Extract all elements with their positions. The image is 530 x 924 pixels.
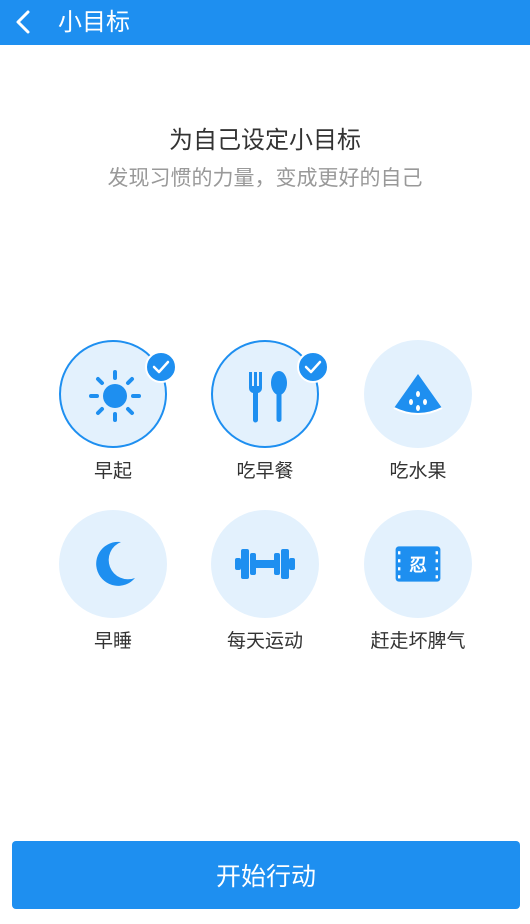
fork-spoon-icon <box>248 371 287 423</box>
goal-label: 吃早餐 <box>236 460 294 482</box>
ren-ticket-icon: 忍 <box>395 546 441 582</box>
goal-label: 每天运动 <box>226 630 303 652</box>
goal-label: 早睡 <box>93 630 132 652</box>
watermelon-icon <box>393 374 443 415</box>
goal-icon-circle <box>364 340 472 448</box>
selected-check-icon <box>297 351 329 383</box>
selected-check-icon <box>145 351 177 383</box>
goal-icon-circle <box>59 510 167 618</box>
dumbbell-icon <box>235 549 295 579</box>
start-action-button[interactable]: 开始行动 <box>12 841 520 909</box>
back-button[interactable] <box>8 6 38 38</box>
ticket-text: 忍 <box>409 556 427 576</box>
goal-icon-circle <box>211 510 319 618</box>
goal-icon-circle: 忍 <box>364 510 472 618</box>
intro-headline: 为自己设定小目标 <box>169 126 361 154</box>
page-title: 小目标 <box>58 8 130 36</box>
top-bar: 小目标 <box>0 0 530 45</box>
chevron-left-icon <box>16 10 30 34</box>
goal-label: 早起 <box>93 460 132 482</box>
sun-icon <box>89 370 141 422</box>
intro-subline: 发现习惯的力量，变成更好的自己 <box>107 166 423 190</box>
goal-label: 赶走坏脾气 <box>370 630 466 652</box>
moon-icon <box>96 541 135 586</box>
goal-label: 吃水果 <box>389 460 447 482</box>
